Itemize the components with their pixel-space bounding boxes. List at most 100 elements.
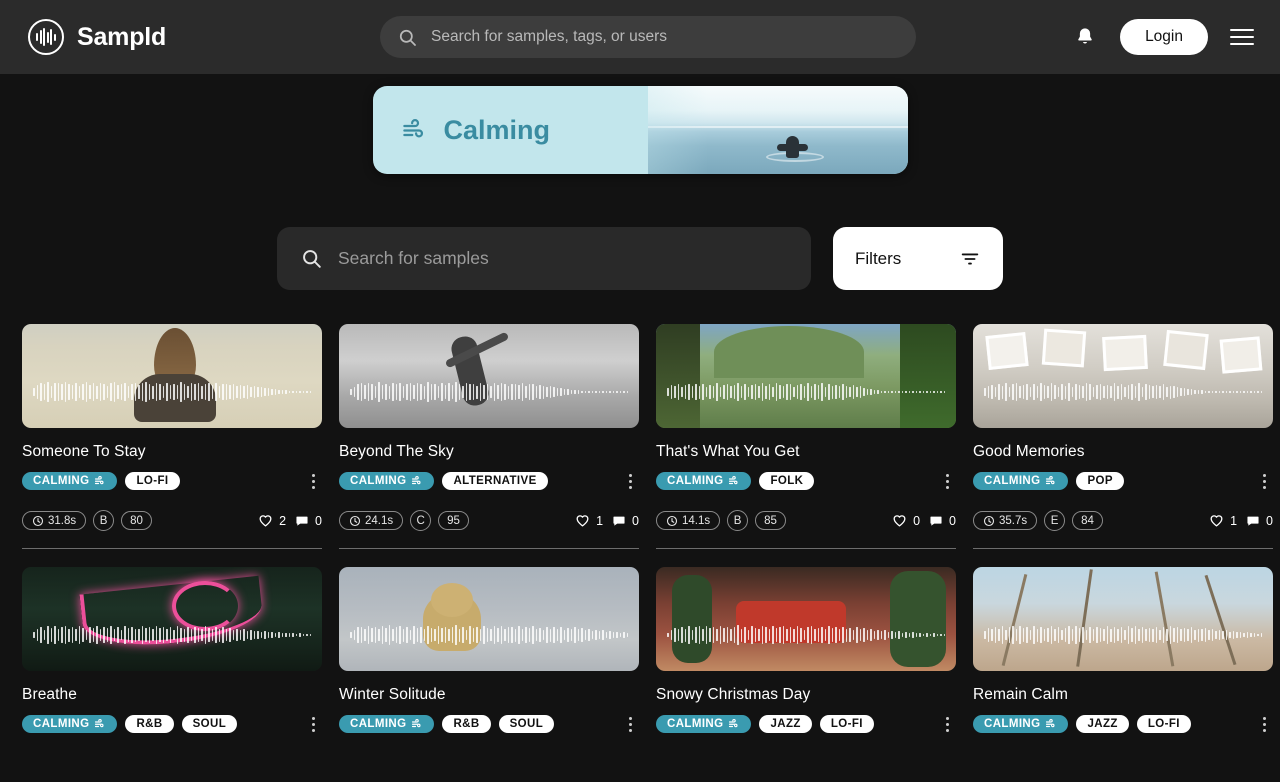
mood-tag[interactable]: CALMING: [973, 715, 1069, 733]
sample-title[interactable]: That's What You Get: [656, 443, 956, 461]
genre-tag[interactable]: FOLK: [759, 472, 815, 490]
sample-thumbnail[interactable]: [339, 567, 639, 671]
genre-tag[interactable]: LO-FI: [819, 715, 874, 733]
waveform-preview[interactable]: [984, 379, 1263, 405]
hamburger-menu-icon[interactable]: [1230, 29, 1254, 45]
waveform-preview[interactable]: [33, 622, 312, 648]
card-overflow-menu-icon[interactable]: [1255, 714, 1273, 734]
waveform-preview[interactable]: [667, 622, 946, 648]
mood-tag[interactable]: CALMING: [22, 472, 118, 490]
like-count: 1: [1230, 513, 1238, 528]
sample-thumbnail[interactable]: [22, 324, 322, 428]
waveform-circle-icon: [28, 19, 64, 55]
sample-search-input[interactable]: Search for samples: [277, 227, 811, 290]
sample-card[interactable]: Snowy Christmas Day CALMING JAZZ LO-FI: [656, 567, 956, 753]
genre-tag[interactable]: SOUL: [181, 715, 238, 733]
genre-tag[interactable]: POP: [1076, 472, 1124, 490]
mood-tag[interactable]: CALMING: [973, 472, 1069, 490]
genre-tag[interactable]: ALTERNATIVE: [442, 472, 548, 490]
sample-search-placeholder: Search for samples: [338, 248, 489, 268]
genre-tag[interactable]: R&B: [442, 715, 491, 733]
sample-title[interactable]: Good Memories: [973, 443, 1273, 461]
sample-thumbnail[interactable]: [656, 567, 956, 671]
bell-icon[interactable]: [1072, 24, 1098, 50]
mood-tag[interactable]: CALMING: [656, 715, 752, 733]
waveform-preview[interactable]: [667, 379, 946, 405]
sample-attributes: 31.8s B 80: [22, 510, 152, 531]
genre-tag[interactable]: LO-FI: [125, 472, 180, 490]
mood-tag-label: CALMING: [33, 475, 90, 487]
sample-attributes: 14.1s B 85: [656, 510, 786, 531]
comment-count: 0: [1266, 513, 1273, 528]
waveform-preview[interactable]: [350, 379, 629, 405]
sample-thumbnail[interactable]: [656, 324, 956, 428]
sample-card[interactable]: Remain Calm CALMING JAZZ LO-FI: [973, 567, 1273, 753]
waveform-preview[interactable]: [984, 622, 1263, 648]
sample-engagement: 0 0: [892, 513, 956, 528]
comment-stat[interactable]: 0: [612, 514, 639, 528]
like-stat[interactable]: 0: [892, 513, 920, 528]
mood-tag[interactable]: CALMING: [339, 715, 435, 733]
sample-thumbnail[interactable]: [22, 567, 322, 671]
sample-tags: CALMING JAZZ LO-FI: [656, 713, 956, 735]
sample-card[interactable]: Good Memories CALMING POP 35.7s E 84 1 0: [973, 324, 1273, 567]
sample-title[interactable]: Beyond The Sky: [339, 443, 639, 461]
card-overflow-menu-icon[interactable]: [938, 471, 956, 491]
sample-card[interactable]: Someone To Stay CALMING LO-FI 31.8s B 80: [22, 324, 322, 567]
comment-icon: [612, 514, 626, 528]
genre-tag[interactable]: JAZZ: [1076, 715, 1129, 733]
genre-tag[interactable]: R&B: [125, 715, 174, 733]
comment-stat[interactable]: 0: [295, 514, 322, 528]
card-overflow-menu-icon[interactable]: [621, 471, 639, 491]
wind-icon: [94, 475, 106, 487]
mood-tag[interactable]: CALMING: [22, 715, 118, 733]
sample-tags: CALMING R&B SOUL: [339, 713, 639, 735]
comment-stat[interactable]: 0: [929, 514, 956, 528]
card-divider: [339, 548, 639, 549]
genre-tag[interactable]: LO-FI: [1136, 715, 1191, 733]
sample-engagement: 2 0: [258, 513, 322, 528]
like-count: 0: [913, 513, 921, 528]
like-stat[interactable]: 1: [1209, 513, 1237, 528]
sample-thumbnail[interactable]: [973, 324, 1273, 428]
musical-key-pill: B: [93, 510, 115, 531]
genre-tag[interactable]: JAZZ: [759, 715, 812, 733]
card-overflow-menu-icon[interactable]: [304, 471, 322, 491]
bpm-pill: 80: [121, 511, 152, 530]
sample-search-row: Search for samples Filters: [0, 174, 1280, 290]
sample-thumbnail[interactable]: [973, 567, 1273, 671]
filters-button[interactable]: Filters: [833, 227, 1003, 290]
global-search-input[interactable]: Search for samples, tags, or users: [380, 16, 916, 58]
card-overflow-menu-icon[interactable]: [304, 714, 322, 734]
waveform-preview[interactable]: [33, 379, 312, 405]
sample-thumbnail[interactable]: [339, 324, 639, 428]
sample-attributes: 24.1s C 95: [339, 510, 469, 531]
header-actions: Login: [1072, 0, 1254, 74]
sample-title[interactable]: Remain Calm: [973, 686, 1273, 704]
sample-card[interactable]: Breathe CALMING R&B SOUL: [22, 567, 322, 753]
duration-value: 31.8s: [48, 514, 77, 527]
sample-card[interactable]: Winter Solitude CALMING R&B SOUL: [339, 567, 639, 753]
brand-logo-link[interactable]: Sampld: [28, 19, 166, 55]
mood-tag[interactable]: CALMING: [656, 472, 752, 490]
comment-icon: [295, 514, 309, 528]
sample-title[interactable]: Winter Solitude: [339, 686, 639, 704]
like-stat[interactable]: 1: [575, 513, 603, 528]
card-overflow-menu-icon[interactable]: [938, 714, 956, 734]
waveform-preview[interactable]: [350, 622, 629, 648]
mood-tag-label: CALMING: [984, 475, 1041, 487]
comment-stat[interactable]: 0: [1246, 514, 1273, 528]
sample-card[interactable]: That's What You Get CALMING FOLK 14.1s B…: [656, 324, 956, 567]
sample-title[interactable]: Someone To Stay: [22, 443, 322, 461]
genre-tag[interactable]: SOUL: [498, 715, 555, 733]
wind-icon: [728, 718, 740, 730]
login-button[interactable]: Login: [1120, 19, 1208, 55]
card-overflow-menu-icon[interactable]: [1255, 471, 1273, 491]
wind-icon: [1045, 475, 1057, 487]
mood-tag[interactable]: CALMING: [339, 472, 435, 490]
sample-title[interactable]: Snowy Christmas Day: [656, 686, 956, 704]
card-overflow-menu-icon[interactable]: [621, 714, 639, 734]
sample-title[interactable]: Breathe: [22, 686, 322, 704]
like-stat[interactable]: 2: [258, 513, 286, 528]
sample-card[interactable]: Beyond The Sky CALMING ALTERNATIVE 24.1s…: [339, 324, 639, 567]
